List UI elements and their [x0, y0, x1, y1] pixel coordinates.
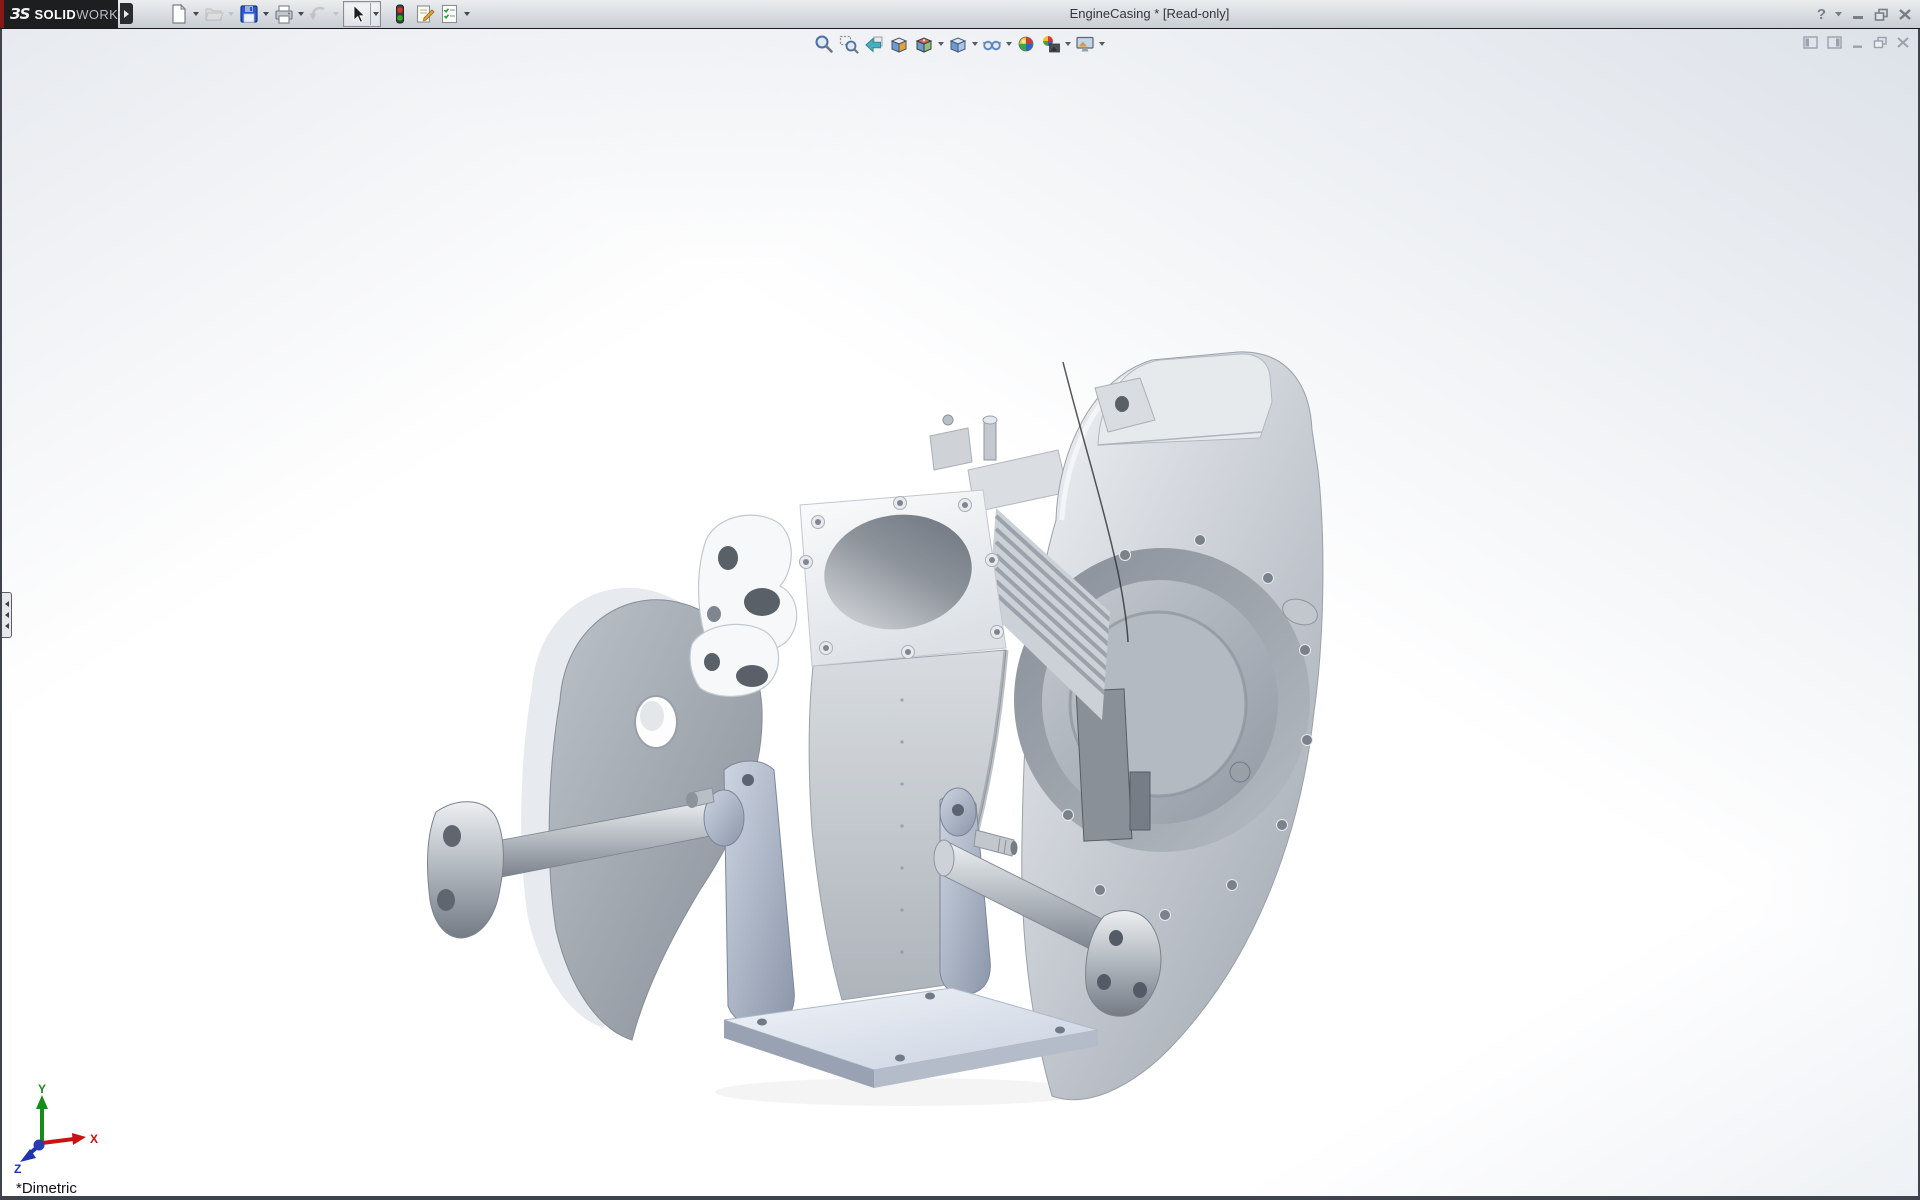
graphics-area[interactable]: Y X Z *Dimetric [2, 29, 1918, 1196]
previous-view-button[interactable] [861, 31, 886, 56]
feature-pane-expand-tab[interactable] [2, 592, 12, 638]
document-window-controls [1803, 36, 1910, 49]
help-dropdown-icon [1835, 11, 1843, 17]
zoom-to-fit-button[interactable] [811, 31, 836, 56]
save-button[interactable] [236, 2, 261, 27]
new-document-icon [167, 2, 191, 26]
scene-ball-icon [1040, 33, 1062, 55]
help-button[interactable]: ? [1817, 6, 1826, 23]
titlebar: ЗS SOLIDWORKS [0, 0, 1920, 29]
pane-toggle-left[interactable] [1803, 36, 1819, 49]
doc-close-button[interactable] [1896, 36, 1910, 49]
open-dropdown[interactable] [226, 2, 236, 27]
solidworks-logo: ЗS SOLIDWORKS [0, 0, 118, 28]
engine-casing-model [2, 29, 1918, 1196]
select-button[interactable] [344, 2, 370, 27]
open-button[interactable] [201, 2, 226, 27]
printer-icon [272, 2, 296, 26]
zoom-to-area-button[interactable] [836, 31, 861, 56]
doc-close-icon [1896, 36, 1910, 49]
close-icon [1898, 8, 1912, 21]
section-cube-icon [888, 33, 910, 55]
close-button[interactable] [1898, 8, 1912, 21]
rebuild-button[interactable] [387, 2, 412, 27]
shaded-cube-icon [947, 33, 969, 55]
save-dropdown[interactable] [261, 2, 271, 27]
orientation-cube-icon [913, 33, 935, 55]
open-folder-icon [202, 2, 226, 26]
hide-show-items-button[interactable] [979, 31, 1004, 56]
traffic-light-icon [388, 2, 412, 26]
checklist-icon [438, 2, 462, 26]
solidworks-window: ЗS SOLIDWORKS [0, 0, 1920, 1200]
heads-up-toolbar [811, 31, 1106, 56]
expand-arrow-icon [124, 10, 129, 18]
restore-icon [1874, 8, 1889, 21]
window-controls: ? [1817, 0, 1912, 28]
new-document-button[interactable] [166, 2, 191, 27]
print-dropdown[interactable] [296, 2, 306, 27]
undo-button[interactable] [306, 2, 331, 27]
main-toolbar [166, 1, 472, 27]
doc-minimize-button[interactable] [1851, 36, 1865, 49]
apply-scene-dropdown[interactable] [1063, 31, 1072, 56]
reference-triad: Y X Z [12, 1081, 122, 1181]
collapse-arrow-icon [5, 623, 9, 629]
minimize-button[interactable] [1852, 8, 1865, 20]
display-style-dropdown[interactable] [970, 31, 979, 56]
print-button[interactable] [271, 2, 296, 27]
doc-minimize-icon [1851, 36, 1865, 49]
monitor-icon [1074, 33, 1096, 55]
apply-scene-button[interactable] [1038, 31, 1063, 56]
select-dropdown[interactable] [370, 3, 380, 25]
minimize-icon [1852, 8, 1865, 20]
brand-text-bold: SOLID [34, 7, 76, 22]
pane-toggle-right-icon [1827, 36, 1843, 49]
solidworks-logo-icon: ЗS [10, 5, 29, 23]
section-view-button[interactable] [886, 31, 911, 56]
collapse-arrow-icon [5, 612, 9, 618]
help-icon: ? [1817, 6, 1826, 23]
select-tool-group [343, 1, 381, 27]
pane-toggle-right[interactable] [1827, 36, 1843, 49]
view-settings-button[interactable] [1072, 31, 1097, 56]
pane-toggle-left-icon [1803, 36, 1819, 49]
window-title: EngineCasing * [Read-only] [465, 0, 1834, 28]
new-dropdown[interactable] [191, 2, 201, 27]
view-settings-dropdown[interactable] [1097, 31, 1106, 56]
eyeglasses-icon [981, 33, 1003, 55]
restore-button[interactable] [1874, 8, 1889, 21]
orientation-label: *Dimetric [16, 1180, 77, 1196]
color-ball-icon [1015, 33, 1037, 55]
display-style-button[interactable] [945, 31, 970, 56]
doc-restore-button[interactable] [1873, 36, 1888, 49]
view-orientation-dropdown[interactable] [936, 31, 945, 56]
edit-appearance-button[interactable] [1013, 31, 1038, 56]
undo-dropdown[interactable] [331, 2, 341, 27]
collapse-arrow-icon [5, 601, 9, 607]
doc-restore-icon [1873, 36, 1888, 49]
hide-show-items-dropdown[interactable] [1004, 31, 1013, 56]
triad-x-label: X [90, 1132, 98, 1146]
view-orientation-button[interactable] [911, 31, 936, 56]
help-dropdown[interactable] [1835, 11, 1843, 17]
menu-expand-tab[interactable] [120, 3, 133, 24]
magnifier-icon [813, 33, 835, 55]
undo-arrow-icon [307, 2, 331, 26]
triad-y-label: Y [38, 1082, 46, 1096]
save-floppy-icon [237, 2, 261, 26]
options-button[interactable] [437, 2, 462, 27]
note-pencil-icon [413, 2, 437, 26]
cursor-icon [345, 2, 369, 26]
magnifier-area-icon [838, 33, 860, 55]
triad-z-label: Z [14, 1162, 21, 1176]
file-properties-button[interactable] [412, 2, 437, 27]
back-arrow-icon [863, 33, 885, 55]
